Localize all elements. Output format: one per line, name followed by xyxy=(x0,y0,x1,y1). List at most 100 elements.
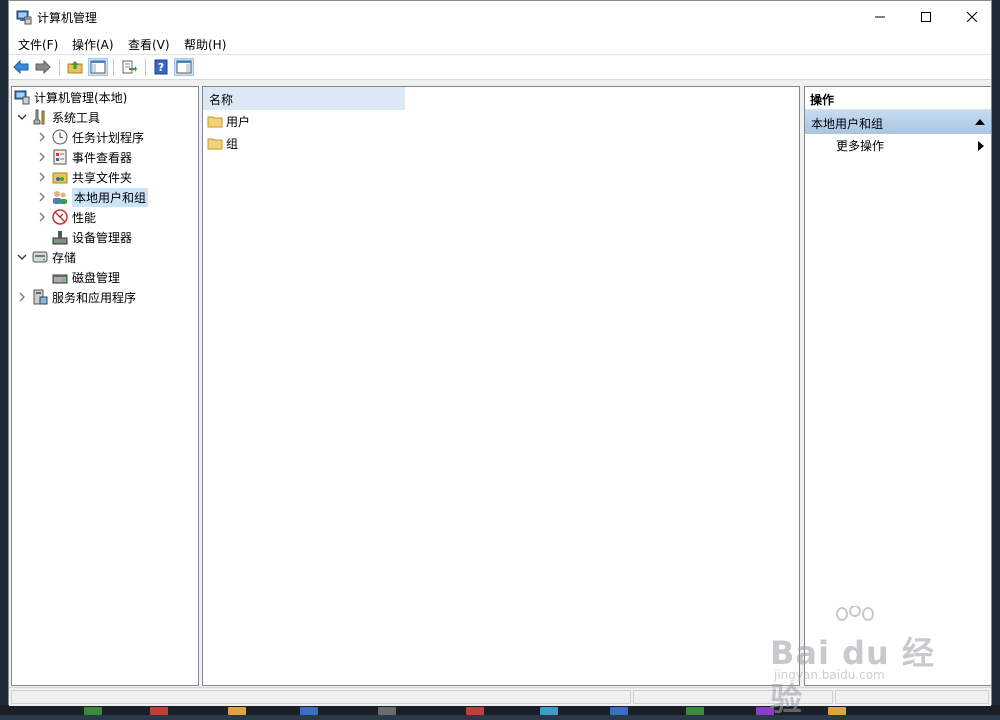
export-list-button[interactable] xyxy=(119,58,139,76)
status-segment xyxy=(633,690,833,704)
export-list-icon xyxy=(122,60,137,74)
minimize-icon xyxy=(875,16,885,17)
menu-file[interactable]: 文件(F) xyxy=(18,36,58,53)
up-folder-icon xyxy=(67,61,83,74)
toolbar: ? xyxy=(9,54,991,80)
list-item-label: 用户 xyxy=(226,114,251,129)
chevron-right-icon[interactable] xyxy=(36,191,48,203)
tree-node-label: 服务和应用程序 xyxy=(52,290,137,305)
menu-bar: 文件(F) 操作(A) 查看(V) 帮助(H) xyxy=(9,32,991,54)
chevron-right-icon[interactable] xyxy=(36,131,48,143)
menu-view[interactable]: 查看(V) xyxy=(128,36,170,53)
tree-node-label: 事件查看器 xyxy=(72,150,133,165)
taskbar-app-icon[interactable] xyxy=(610,707,628,715)
show-hide-tree-button[interactable] xyxy=(88,58,108,76)
menu-action[interactable]: 操作(A) xyxy=(72,36,114,53)
tree-node-local-users-groups[interactable]: 本地用户和组 xyxy=(36,187,149,207)
tree-node-disk-management[interactable]: 磁盘管理 xyxy=(52,267,120,287)
desktop-background-left xyxy=(0,0,8,715)
forward-arrow-icon xyxy=(35,60,51,74)
toolbar-separator xyxy=(113,59,114,76)
tree-node-shared-folders[interactable]: 共享文件夹 xyxy=(36,167,132,187)
computer-management-window: 计算机管理 文件(F) 操作(A) 查看(V) 帮助(H) ? 计算机管理(本地… xyxy=(8,0,992,706)
more-actions-item[interactable]: 更多操作 xyxy=(836,137,884,154)
desktop-background-right xyxy=(992,0,1000,715)
event-viewer-icon xyxy=(52,149,68,165)
computer-management-icon xyxy=(16,9,32,25)
status-segment xyxy=(11,690,631,704)
chevron-right-icon[interactable] xyxy=(36,211,48,223)
chevron-down-icon[interactable] xyxy=(16,251,28,263)
title-bar[interactable]: 计算机管理 xyxy=(9,1,991,32)
tree-node-task-scheduler[interactable]: 任务计划程序 xyxy=(36,127,144,147)
tree-node-system-tools[interactable]: 系统工具 xyxy=(16,107,100,127)
submenu-arrow-icon[interactable] xyxy=(978,141,984,151)
toolbar-separator xyxy=(59,59,60,76)
taskbar-app-icon[interactable] xyxy=(378,707,396,715)
forward-button[interactable] xyxy=(33,58,53,76)
chevron-down-icon[interactable] xyxy=(16,111,28,123)
chevron-right-icon[interactable] xyxy=(36,171,48,183)
computer-management-icon xyxy=(14,89,30,105)
list-item[interactable]: 组 xyxy=(207,133,238,153)
maximize-button[interactable] xyxy=(903,1,949,32)
taskbar xyxy=(0,705,1000,715)
back-button[interactable] xyxy=(11,58,31,76)
more-actions-label: 更多操作 xyxy=(836,139,885,153)
folder-icon xyxy=(207,135,223,151)
taskbar-app-icon[interactable] xyxy=(300,707,318,715)
services-icon xyxy=(32,289,48,305)
taskbar-app-icon[interactable] xyxy=(828,707,846,715)
tree-node-device-manager[interactable]: 设备管理器 xyxy=(52,227,132,247)
actions-title-label: 操作 xyxy=(810,93,835,107)
taskbar-app-icon[interactable] xyxy=(228,707,246,715)
help-button[interactable]: ? xyxy=(151,58,171,76)
show-hide-action-pane-button[interactable] xyxy=(174,58,194,76)
chevron-right-icon[interactable] xyxy=(16,291,28,303)
tree-node-label: 计算机管理(本地) xyxy=(34,90,128,105)
taskbar-app-icon[interactable] xyxy=(756,707,774,715)
tree-node-label: 本地用户和组 xyxy=(72,187,149,207)
minimize-button[interactable] xyxy=(857,1,903,32)
tree-node-label: 共享文件夹 xyxy=(72,170,133,185)
tree-node-label: 任务计划程序 xyxy=(72,130,145,145)
svg-text:?: ? xyxy=(158,61,164,74)
console-tree-pane[interactable]: 计算机管理(本地) 系统工具 任务计划程序 事件查看器 共享文件夹 本地用户和组 xyxy=(11,86,199,686)
tree-node-root[interactable]: 计算机管理(本地) xyxy=(14,87,127,107)
status-bar xyxy=(9,687,991,706)
tree-node-services-applications[interactable]: 服务和应用程序 xyxy=(16,287,136,307)
taskbar-app-icon[interactable] xyxy=(540,707,558,715)
column-header-name[interactable]: 名称 xyxy=(203,87,405,110)
results-pane[interactable]: 名称 用户 组 xyxy=(202,86,800,686)
storage-icon xyxy=(32,249,48,265)
taskbar-app-icon[interactable] xyxy=(150,707,168,715)
actions-group-label: 本地用户和组 xyxy=(811,117,884,131)
device-manager-icon xyxy=(52,229,68,245)
show-hide-action-pane-icon xyxy=(176,60,192,74)
taskbar-app-icon[interactable] xyxy=(466,707,484,715)
taskbar-app-icon[interactable] xyxy=(686,707,704,715)
close-button[interactable] xyxy=(949,1,995,32)
users-icon xyxy=(52,189,68,205)
list-item[interactable]: 用户 xyxy=(207,111,250,131)
back-arrow-icon xyxy=(13,60,29,74)
column-header-label: 名称 xyxy=(209,93,234,107)
actions-group-header[interactable]: 本地用户和组 xyxy=(805,110,991,134)
taskbar-app-icon[interactable] xyxy=(84,707,102,715)
maximize-icon xyxy=(921,11,931,22)
tree-node-label: 系统工具 xyxy=(52,110,101,125)
tree-node-event-viewer[interactable]: 事件查看器 xyxy=(36,147,132,167)
up-one-level-button[interactable] xyxy=(65,58,85,76)
chevron-right-icon[interactable] xyxy=(36,151,48,163)
folder-icon xyxy=(207,113,223,129)
list-item-label: 组 xyxy=(226,136,239,151)
disk-icon xyxy=(52,269,68,285)
collapse-up-icon[interactable] xyxy=(975,118,985,126)
tree-node-performance[interactable]: 性能 xyxy=(36,207,96,227)
clock-icon xyxy=(52,129,68,145)
tree-node-storage[interactable]: 存储 xyxy=(16,247,76,267)
performance-icon xyxy=(52,209,68,225)
tree-node-label: 存储 xyxy=(52,250,77,265)
menu-help[interactable]: 帮助(H) xyxy=(184,36,226,53)
tree-node-label: 设备管理器 xyxy=(72,230,133,245)
